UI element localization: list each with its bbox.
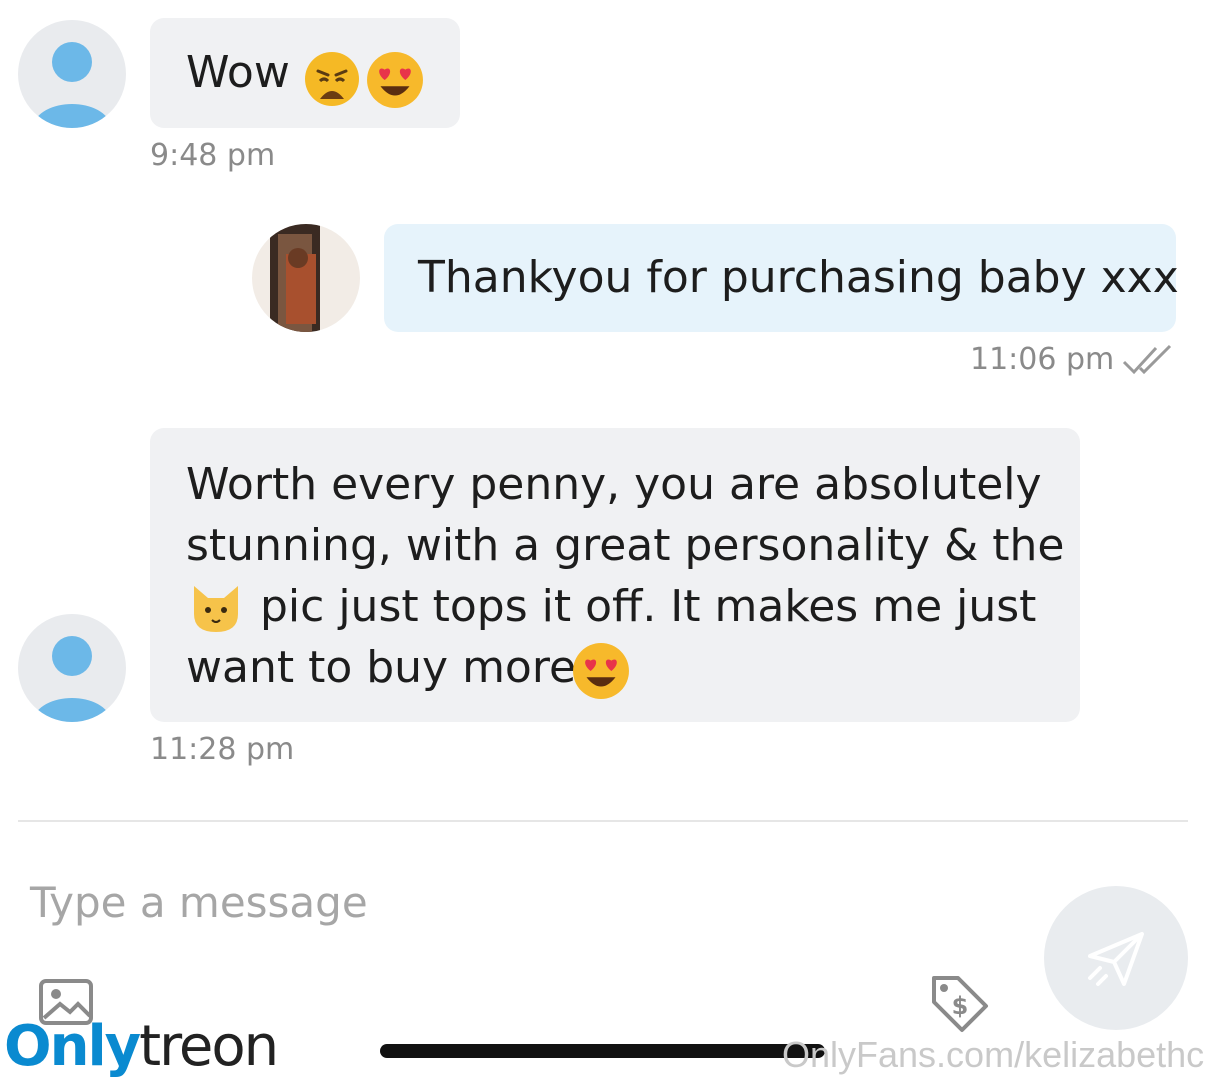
default-user-icon <box>32 42 112 128</box>
message-line: pic just tops it off. It makes me just <box>260 581 1037 632</box>
composer-divider <box>18 820 1188 822</box>
avatar[interactable] <box>18 20 126 128</box>
default-user-icon <box>32 636 112 722</box>
sender-avatar[interactable] <box>252 224 360 332</box>
home-indicator <box>380 1044 825 1058</box>
onlytreon-logo: Onlytreon <box>4 1014 279 1079</box>
logo-part1: Only <box>4 1014 141 1079</box>
read-receipt-icon <box>1122 344 1178 382</box>
send-button[interactable] <box>1044 886 1188 1030</box>
watermark: OnlyFans.com/kelizabethc <box>782 1034 1205 1075</box>
message-time: 9:48 pm <box>150 138 276 173</box>
price-tag-icon[interactable]: $ <box>928 972 992 1040</box>
message-time: 11:06 pm <box>970 342 1115 377</box>
message-input[interactable]: Type a message <box>30 878 368 927</box>
message-bubble-incoming[interactable]: Wow <box>150 18 460 128</box>
message-bubble-incoming[interactable]: Worth every penny, you are absolutely st… <box>150 428 1080 722</box>
send-icon <box>1088 932 1144 986</box>
svg-text:$: $ <box>952 992 969 1020</box>
message-line: Worth every penny, you are absolutely <box>186 459 1042 510</box>
message-text: Thankyou for purchasing baby xxx <box>418 252 1179 303</box>
heart-eyes-emoji <box>572 642 630 716</box>
message-bubble-outgoing[interactable]: Thankyou for purchasing baby xxx <box>384 224 1179 332</box>
message-line: want to buy more <box>186 642 577 693</box>
message-time: 11:28 pm <box>150 732 295 767</box>
avatar[interactable] <box>18 614 126 722</box>
weary-face-emoji <box>304 51 360 123</box>
logo-part2: treon <box>139 1014 279 1079</box>
heart-eyes-emoji <box>366 51 424 125</box>
message-text: Wow <box>186 47 290 98</box>
message-line: stunning, with a great personality & the <box>186 520 1065 571</box>
